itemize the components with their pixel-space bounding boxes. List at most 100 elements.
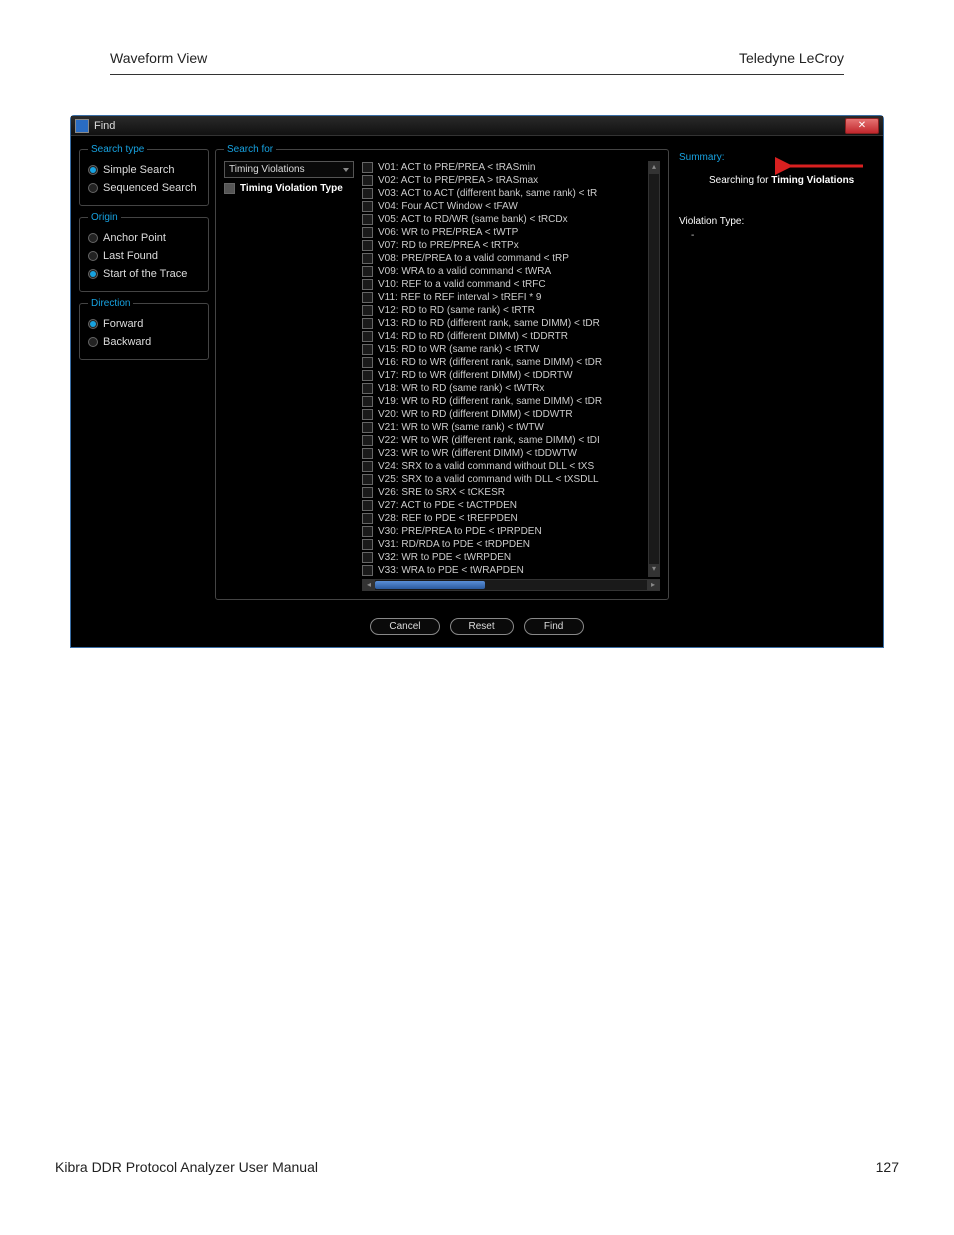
violation-checkbox[interactable] xyxy=(362,305,373,316)
violation-checkbox[interactable] xyxy=(362,513,373,524)
violation-checkbox[interactable] xyxy=(362,500,373,511)
violation-label: V11: REF to REF interval > tREFI * 9 xyxy=(378,292,541,303)
violation-row[interactable]: V06: WR to PRE/PREA < tWTP xyxy=(362,226,646,239)
search-type-option[interactable]: Sequenced Search xyxy=(88,179,200,197)
scroll-left-icon[interactable]: ◂ xyxy=(363,580,375,590)
violation-row[interactable]: V04: Four ACT Window < tFAW xyxy=(362,200,646,213)
origin-label: Last Found xyxy=(103,250,158,262)
violation-checkbox[interactable] xyxy=(362,526,373,537)
violation-row[interactable]: V23: WR to WR (different DIMM) < tDDWTW xyxy=(362,447,646,460)
violation-checkbox[interactable] xyxy=(362,279,373,290)
violation-row[interactable]: V33: WRA to PDE < tWRAPDEN xyxy=(362,564,646,577)
violation-row[interactable]: V16: RD to WR (different rank, same DIMM… xyxy=(362,356,646,369)
violation-label: V22: WR to WR (different rank, same DIMM… xyxy=(378,435,600,446)
violation-checkbox[interactable] xyxy=(362,292,373,303)
violation-row[interactable]: V01: ACT to PRE/PREA < tRASmin xyxy=(362,161,646,174)
scroll-right-icon[interactable]: ▸ xyxy=(647,580,659,590)
direction-option[interactable]: Forward xyxy=(88,315,200,333)
violation-label: V31: RD/RDA to PDE < tRDPDEN xyxy=(378,539,530,550)
violation-row[interactable]: V25: SRX to a valid command with DLL < t… xyxy=(362,473,646,486)
violation-checkbox[interactable] xyxy=(362,565,373,576)
violation-row[interactable]: V10: REF to a valid command < tRFC xyxy=(362,278,646,291)
violation-label: V25: SRX to a valid command with DLL < t… xyxy=(378,474,599,485)
violation-row[interactable]: V08: PRE/PREA to a valid command < tRP xyxy=(362,252,646,265)
radio-icon[interactable] xyxy=(88,251,98,261)
violation-row[interactable]: V28: REF to PDE < tREFPDEN xyxy=(362,512,646,525)
titlebar[interactable]: Find ✕ xyxy=(71,116,883,136)
vertical-scrollbar[interactable]: ▴ ▾ xyxy=(648,161,660,577)
violation-checkbox[interactable] xyxy=(362,422,373,433)
violation-row[interactable]: V32: WR to PDE < tWRPDEN xyxy=(362,551,646,564)
origin-option[interactable]: Last Found xyxy=(88,247,200,265)
violation-checkbox[interactable] xyxy=(362,318,373,329)
horizontal-scrollbar[interactable]: ◂ ▸ xyxy=(362,579,660,591)
violation-row[interactable]: V22: WR to WR (different rank, same DIMM… xyxy=(362,434,646,447)
violation-checkbox[interactable] xyxy=(362,461,373,472)
violation-row[interactable]: V26: SRE to SRX < tCKESR xyxy=(362,486,646,499)
origin-option[interactable]: Start of the Trace xyxy=(88,265,200,283)
violation-row[interactable]: V24: SRX to a valid command without DLL … xyxy=(362,460,646,473)
violation-checkbox[interactable] xyxy=(362,214,373,225)
direction-option[interactable]: Backward xyxy=(88,333,200,351)
violation-row[interactable]: V19: WR to RD (different rank, same DIMM… xyxy=(362,395,646,408)
tvt-label: Timing Violation Type xyxy=(240,183,343,194)
radio-icon[interactable] xyxy=(88,165,98,175)
violation-row[interactable]: V11: REF to REF interval > tREFI * 9 xyxy=(362,291,646,304)
radio-icon[interactable] xyxy=(88,269,98,279)
violation-row[interactable]: V12: RD to RD (same rank) < tRTR xyxy=(362,304,646,317)
radio-icon[interactable] xyxy=(88,319,98,329)
radio-icon[interactable] xyxy=(88,233,98,243)
violation-row[interactable]: V13: RD to RD (different rank, same DIMM… xyxy=(362,317,646,330)
violation-row[interactable]: V17: RD to WR (different DIMM) < tDDRTW xyxy=(362,369,646,382)
scroll-thumb[interactable] xyxy=(375,581,485,589)
violation-row[interactable]: V09: WRA to a valid command < tWRA xyxy=(362,265,646,278)
violation-checkbox[interactable] xyxy=(362,253,373,264)
violation-checkbox[interactable] xyxy=(362,331,373,342)
scroll-down-icon[interactable]: ▾ xyxy=(649,564,659,576)
violation-checkbox[interactable] xyxy=(362,396,373,407)
violation-checkbox[interactable] xyxy=(362,487,373,498)
origin-option[interactable]: Anchor Point xyxy=(88,229,200,247)
radio-icon[interactable] xyxy=(88,337,98,347)
violation-row[interactable]: V15: RD to WR (same rank) < tRTW xyxy=(362,343,646,356)
timing-violation-type-row[interactable]: Timing Violation Type xyxy=(224,182,354,195)
violation-row[interactable]: V30: PRE/PREA to PDE < tPRPDEN xyxy=(362,525,646,538)
violation-checkbox[interactable] xyxy=(362,370,373,381)
violation-row[interactable]: V18: WR to RD (same rank) < tWTRx xyxy=(362,382,646,395)
violation-row[interactable]: V27: ACT to PDE < tACTPDEN xyxy=(362,499,646,512)
search-type-option[interactable]: Simple Search xyxy=(88,161,200,179)
violation-checkbox[interactable] xyxy=(362,344,373,355)
origin-legend: Origin xyxy=(88,212,121,223)
violation-row[interactable]: V07: RD to PRE/PREA < tRTPx xyxy=(362,239,646,252)
violation-checkbox[interactable] xyxy=(362,188,373,199)
violation-row[interactable]: V21: WR to WR (same rank) < tWTW xyxy=(362,421,646,434)
search-for-dropdown[interactable]: Timing Violations xyxy=(224,161,354,178)
find-button[interactable]: Find xyxy=(524,618,584,635)
violation-row[interactable]: V03: ACT to ACT (different bank, same ra… xyxy=(362,187,646,200)
violation-checkbox[interactable] xyxy=(362,552,373,563)
close-button[interactable]: ✕ xyxy=(845,118,879,134)
violation-checkbox[interactable] xyxy=(362,227,373,238)
violation-row[interactable]: V02: ACT to PRE/PREA > tRASmax xyxy=(362,174,646,187)
violation-checkbox[interactable] xyxy=(362,175,373,186)
violation-checkbox[interactable] xyxy=(362,539,373,550)
violation-checkbox[interactable] xyxy=(362,383,373,394)
tvt-checkbox[interactable] xyxy=(224,183,235,194)
violation-checkbox[interactable] xyxy=(362,409,373,420)
violation-checkbox[interactable] xyxy=(362,201,373,212)
violation-row[interactable]: V14: RD to RD (different DIMM) < tDDRTR xyxy=(362,330,646,343)
radio-icon[interactable] xyxy=(88,183,98,193)
violation-checkbox[interactable] xyxy=(362,474,373,485)
violation-checkbox[interactable] xyxy=(362,266,373,277)
violation-checkbox[interactable] xyxy=(362,162,373,173)
scroll-up-icon[interactable]: ▴ xyxy=(649,162,659,174)
violation-checkbox[interactable] xyxy=(362,240,373,251)
reset-button[interactable]: Reset xyxy=(450,618,514,635)
violation-row[interactable]: V31: RD/RDA to PDE < tRDPDEN xyxy=(362,538,646,551)
violation-checkbox[interactable] xyxy=(362,448,373,459)
cancel-button[interactable]: Cancel xyxy=(370,618,439,635)
violation-row[interactable]: V20: WR to RD (different DIMM) < tDDWTR xyxy=(362,408,646,421)
violation-checkbox[interactable] xyxy=(362,357,373,368)
violation-row[interactable]: V05: ACT to RD/WR (same bank) < tRCDx xyxy=(362,213,646,226)
violation-checkbox[interactable] xyxy=(362,435,373,446)
